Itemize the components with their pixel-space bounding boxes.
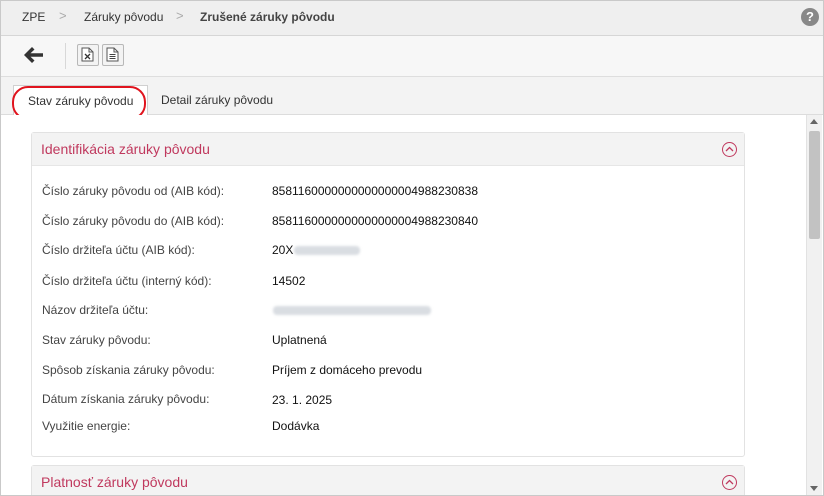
toolbar-divider [65,43,66,69]
content-area: Identifikácia záruky pôvodu Číslo záruky… [1,115,807,495]
field-value: 8581160000000000000004988230838 [272,184,478,198]
field-value: 20X [272,243,294,257]
field-value: Uplatnená [272,333,327,347]
panel-title: Platnosť záruky pôvodu [41,474,188,490]
tab-bar: Stav záruky pôvodu Detail záruky pôvodu [1,77,823,116]
field-label: Číslo záruky pôvodu od (AIB kód): [42,184,225,198]
field-label: Číslo držiteľa účtu (interný kód): [42,274,212,288]
breadcrumb-item-guarantees[interactable]: Záruky pôvodu [84,10,163,24]
panel-header[interactable]: Identifikácia záruky pôvodu [32,133,744,166]
redacted-text [294,246,361,256]
redacted-text [273,306,431,316]
vertical-scrollbar[interactable] [806,115,822,495]
tab-guarantee-status[interactable]: Stav záruky pôvodu [13,85,149,116]
field-label: Stav záruky pôvodu: [42,333,151,347]
export-excel-button[interactable] [77,44,99,66]
app-window: ZPE > Záruky pôvodu > Zrušené záruky pôv… [0,0,824,496]
help-icon[interactable]: ? [801,8,819,26]
document-export-icon [106,47,119,62]
scroll-down-arrow-icon[interactable] [810,486,818,491]
excel-export-icon [81,47,94,62]
field-label: Číslo záruky pôvodu do (AIB kód): [42,214,225,228]
field-value: Dodávka [272,419,320,433]
field-label: Spôsob získania záruky pôvodu: [42,363,215,377]
field-value-redacted: 20X [272,243,361,257]
breadcrumb-item-zpe[interactable]: ZPE [22,10,45,24]
chevron-up-icon[interactable] [722,142,737,157]
field-label: Číslo držiteľa účtu (AIB kód): [42,243,195,257]
tab-guarantee-detail[interactable]: Detail záruky pôvodu [147,85,287,114]
back-arrow-icon[interactable] [23,45,45,65]
breadcrumb-separator: > [176,8,184,23]
field-value-redacted [272,303,431,317]
export-document-button[interactable] [102,44,124,66]
field-value: Príjem z domáceho prevodu [272,363,423,377]
chevron-up-icon[interactable] [722,475,737,490]
field-value: 8581160000000000000004988230840 [272,214,478,228]
field-value: 14502 [272,274,306,288]
panel-validity: Platnosť záruky pôvodu [31,465,745,495]
scroll-up-arrow-icon[interactable] [810,119,818,124]
field-label: Dátum získania záruky pôvodu: [42,392,210,406]
breadcrumb-separator: > [59,8,67,23]
toolbar [1,36,823,77]
field-value: 23. 1. 2025 [272,393,333,407]
field-label: Využitie energie: [42,419,131,433]
field-label: Názov držiteľa účtu: [42,303,149,317]
panel-identification: Identifikácia záruky pôvodu Číslo záruky… [31,132,745,457]
breadcrumb-item-current: Zrušené záruky pôvodu [200,10,335,24]
panel-title: Identifikácia záruky pôvodu [41,141,210,157]
breadcrumb: ZPE > Záruky pôvodu > Zrušené záruky pôv… [1,1,823,36]
scrollbar-thumb[interactable] [809,131,820,239]
panel-header[interactable]: Platnosť záruky pôvodu [32,466,744,495]
